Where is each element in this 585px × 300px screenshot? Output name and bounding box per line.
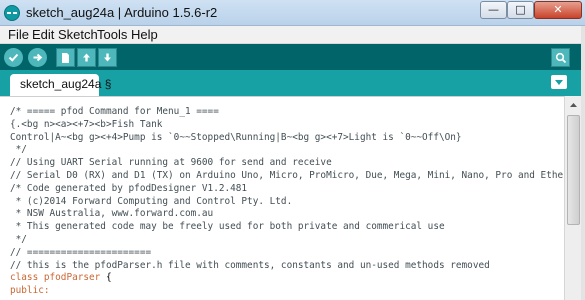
code-token: /* Code generated by pfodDesigner V1.2.4… [10,182,248,194]
upload-button[interactable] [28,48,47,67]
code-line: public: [10,285,565,298]
code-line: * (c)2014 Forward Computing and Control … [10,196,565,209]
new-button[interactable] [56,48,75,67]
maximize-button[interactable]: □ [507,1,534,19]
code-token: // Serial D0 (RX) and D1 (TX) on Arduino… [10,169,565,181]
new-icon [62,52,69,63]
code-line: class pfodParser { [10,272,565,285]
tab-strip: sketch_aug24a § [0,70,585,96]
code-token: * NSW Australia, www.forward.com.au [10,208,214,220]
tab-sketch[interactable]: sketch_aug24a § [10,74,111,96]
keyword-token: class pfodParser [10,272,101,284]
code-line: // this is the pfodParser.h file with co… [10,260,565,273]
code-line: /* Code generated by pfodDesigner V1.2.4… [10,183,565,196]
code-editor[interactable]: /* ===== pfod Command for Menu_1 ==== {.<… [0,96,585,300]
code-line: * This generated code may be freely used… [10,221,565,234]
code-line: Control|A~<bg g><+4>Pump is `0~~Stopped\… [10,132,565,145]
toolbar [0,44,585,70]
code-line: */ [10,144,565,157]
upload-icon [33,53,43,62]
save-button[interactable] [98,48,117,67]
code-token: // ====================== [10,246,152,258]
code-token: */ [10,144,27,156]
verify-icon [8,53,19,62]
code-token: Control|A~<bg g><+4>Pump is `0~~Stopped\… [10,131,462,143]
title-bar: sketch_aug24a | Arduino 1.5.6-r2 — □ ✕ [0,0,585,26]
code-token: // this is the pfodParser.h file with co… [10,259,490,271]
vertical-scrollbar[interactable] [564,96,581,300]
open-icon [83,53,90,62]
code-token: // Using UART Serial running at 9600 for… [10,157,332,169]
code-token: /* ===== pfod Command for Menu_1 ==== [10,106,219,117]
menu-help[interactable]: Help [131,27,158,42]
code-token: */ [10,233,27,245]
serial-monitor-button[interactable] [551,48,570,67]
arduino-logo-icon [4,5,20,21]
code-token: { [100,272,112,284]
verify-button[interactable] [4,48,23,67]
code-text: /* ===== pfod Command for Menu_1 ==== {.<… [10,106,565,298]
tab-menu-button[interactable] [551,75,567,89]
code-line: {.<bg n><a><+7><b>Fish Tank [10,119,565,132]
code-line: // Using UART Serial running at 9600 for… [10,157,565,170]
close-button[interactable]: ✕ [534,1,582,19]
code-token: {.<bg n><a><+7><b>Fish Tank [10,118,163,130]
code-line: // Serial D0 (RX) and D1 (TX) on Arduino… [10,170,565,183]
menu-sketch[interactable]: Sketch [58,27,98,42]
save-icon [104,53,111,62]
menu-tools[interactable]: Tools [97,27,127,42]
code-token: * This generated code may be freely used… [10,221,445,233]
menu-file[interactable]: File [8,27,29,42]
minimize-button[interactable]: — [480,1,507,19]
scroll-thumb[interactable] [567,115,580,225]
serial-monitor-icon [555,52,566,63]
code-line: * NSW Australia, www.forward.com.au [10,208,565,221]
code-token: * (c)2014 Forward Computing and Control … [10,195,293,207]
scroll-up-button[interactable] [566,98,581,112]
menu-bar: File Edit Sketch Tools Help [0,26,585,44]
keyword-token: public: [10,285,50,297]
code-line: */ [10,234,565,247]
window-border [581,26,585,300]
open-button[interactable] [77,48,96,67]
menu-edit[interactable]: Edit [32,27,54,42]
code-line: // ====================== [10,247,565,260]
window-title: sketch_aug24a | Arduino 1.5.6-r2 [26,5,218,20]
chevron-up-icon [570,103,577,107]
code-line: /* ===== pfod Command for Menu_1 ==== [10,106,565,119]
triangle-down-icon [555,79,563,85]
